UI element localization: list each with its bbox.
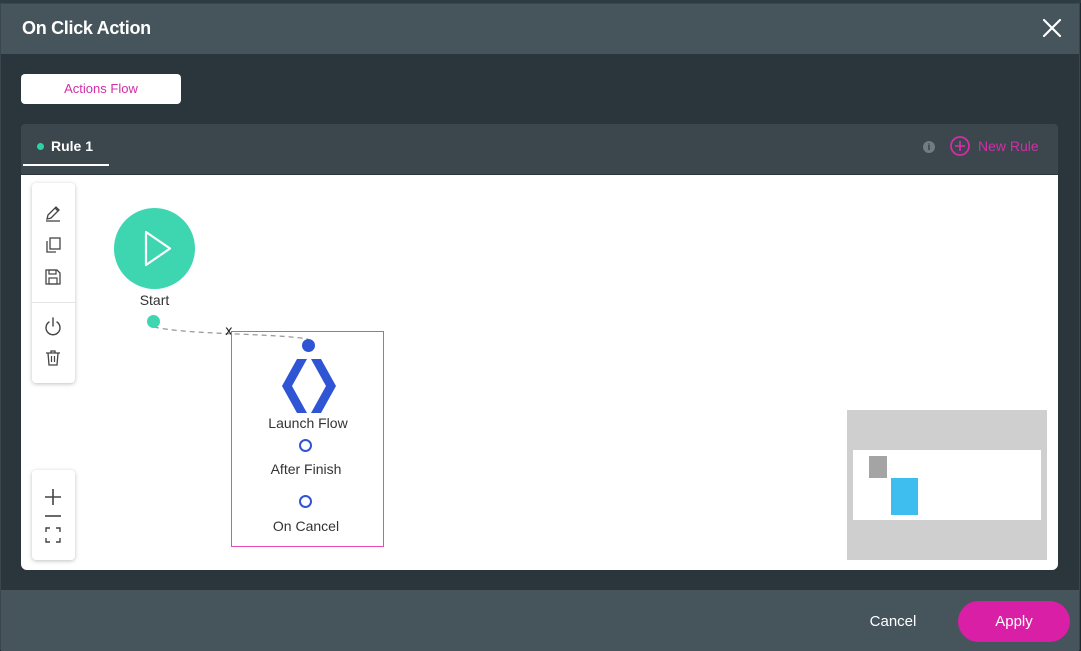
after-finish-label: After Finish [270, 461, 342, 477]
on-cancel-label: On Cancel [272, 518, 340, 534]
close-button[interactable] [1041, 17, 1063, 39]
on-cancel-port[interactable] [299, 495, 312, 508]
fit-screen-button[interactable] [43, 525, 63, 545]
zoom-in-button[interactable] [43, 487, 63, 507]
plus-icon [45, 489, 61, 505]
zoom-controls [32, 470, 75, 560]
rule-tab-label: Rule 1 [51, 138, 94, 154]
tab-actions-flow[interactable]: Actions Flow [21, 74, 181, 104]
launch-flow-node[interactable]: Launch Flow After Finish On Cancel [231, 331, 384, 547]
tab-rule-1[interactable]: Rule 1 [23, 132, 109, 166]
cancel-button[interactable]: Cancel [853, 610, 933, 634]
fit-screen-icon [45, 527, 61, 543]
on-click-action-modal: On Click Action Actions Flow Rule 1 i Ne… [0, 3, 1080, 651]
after-finish-port[interactable] [299, 439, 312, 452]
start-output-port[interactable] [147, 315, 160, 328]
minimap-start-node [869, 456, 887, 478]
zoom-out-button[interactable] [43, 506, 63, 526]
start-label: Start [139, 292, 170, 308]
launch-flow-label: Launch Flow [268, 415, 348, 431]
modal-footer: Cancel Apply [1, 590, 1079, 651]
info-icon[interactable]: i [923, 141, 935, 153]
apply-button[interactable]: Apply [958, 601, 1070, 642]
flow-canvas[interactable]: x Start Launch Flow After Finish On Canc… [21, 175, 1058, 570]
start-node[interactable] [114, 208, 195, 289]
modal-title: On Click Action [22, 18, 151, 38]
add-circle-icon [950, 136, 970, 156]
minus-icon [45, 515, 61, 517]
launch-flow-input-port[interactable] [302, 339, 315, 352]
rule-bar: Rule 1 i New Rule [21, 124, 1058, 174]
minimap-viewport [853, 450, 1041, 520]
new-rule-label: New Rule [978, 138, 1039, 154]
close-icon [1042, 18, 1062, 38]
play-icon [144, 230, 172, 267]
modal-header: On Click Action [1, 4, 1079, 54]
minimap[interactable] [847, 410, 1047, 560]
rule-status-dot [37, 143, 44, 150]
launch-flow-icon [282, 359, 336, 413]
minimap-flow-node [891, 478, 918, 515]
